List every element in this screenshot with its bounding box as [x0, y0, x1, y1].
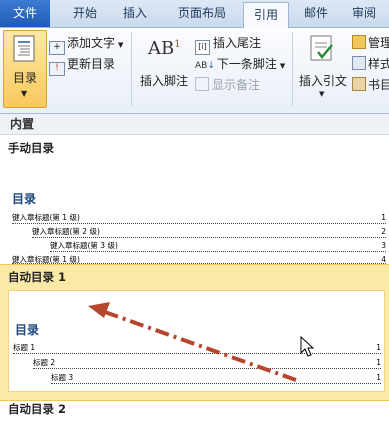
group-separator	[292, 32, 293, 106]
ribbon: 目录 ▼ + 添加文字 ▼ ! 更新目录 AB1 插入脚注 [i] 插入尾注 AB↓ 下一…	[0, 28, 389, 114]
toc-entry: 键入章标题(第 2 级) 2	[32, 227, 386, 238]
toc-entry: 标题 3 1	[51, 373, 381, 384]
insert-footnote-label: 插入脚注	[139, 74, 188, 88]
toc-entry: 键入章标题(第 3 级) 3	[50, 241, 386, 252]
manual-toc-heading: 目录	[12, 192, 37, 206]
style-label: 样式	[368, 57, 389, 71]
show-notes-label: 显示备注	[212, 78, 261, 92]
next-footnote-button[interactable]: AB↓ 下一条脚注 ▼	[195, 55, 285, 72]
group-separator	[131, 32, 132, 106]
toc-entry-page: 4	[380, 255, 386, 264]
manage-label: 管理	[368, 36, 389, 50]
add-text-icon: +	[49, 41, 65, 55]
tab-mailings[interactable]: 邮件	[294, 0, 338, 27]
toc-entry: 键入章标题(第 1 级) 1	[12, 213, 386, 224]
manual-toc-item[interactable]: 手动目录 目录 键入章标题(第 1 级) 1 键入章标题(第 2 级) 2 键入章标…	[0, 135, 389, 264]
toc-entry-text: 键入章标题(第 1 级)	[12, 213, 80, 222]
footnote-icon: AB1	[148, 38, 181, 59]
mouse-cursor-icon	[300, 336, 315, 357]
show-notes-button[interactable]: 显示备注	[195, 76, 260, 93]
manage-sources-button[interactable]: 管理	[352, 34, 389, 51]
auto-toc-1-title: 自动目录 1	[8, 270, 67, 284]
ribbon-tab-bar: 文件 开始 插入 页面布局 引用 邮件 审阅	[0, 0, 389, 29]
toc-entry-text: 标题 2	[33, 358, 56, 367]
auto-toc-2-title: 自动目录 2	[8, 402, 67, 416]
gallery-section-header: 内置	[0, 114, 389, 135]
auto-toc-2-item[interactable]: 自动目录 2	[0, 400, 389, 435]
bibliography-icon	[352, 77, 366, 91]
citation-icon	[310, 35, 333, 61]
toc-entry: 标题 1 1	[13, 343, 381, 354]
manage-icon	[352, 35, 366, 49]
insert-endnote-label: 插入尾注	[213, 36, 262, 50]
toc-entry-text: 键入章标题(第 3 级)	[50, 241, 118, 250]
toc-entry: 标题 2 1	[33, 358, 381, 369]
toc-entry-page: 1	[375, 358, 381, 368]
tab-file[interactable]: 文件	[0, 0, 50, 27]
endnote-icon: [i]	[195, 40, 210, 55]
toc-button-label: 目录	[12, 71, 37, 85]
insert-footnote-button[interactable]: AB1 插入脚注	[136, 32, 192, 106]
toc-entry-text: 标题 1	[13, 343, 36, 352]
insert-citation-label: 插入引文	[298, 74, 347, 88]
toc-document-icon	[13, 35, 35, 62]
update-toc-label: 更新目录	[67, 57, 116, 71]
toc-entry-text: 标题 3	[51, 373, 74, 382]
insert-endnote-button[interactable]: [i] 插入尾注	[195, 34, 261, 55]
update-toc-button[interactable]: ! 更新目录	[49, 55, 115, 76]
insert-citation-button[interactable]: 插入引文 ▼	[296, 32, 350, 106]
show-notes-icon	[195, 77, 209, 91]
toc-entry-page: 1	[375, 343, 381, 353]
toc-entry-page: 3	[380, 241, 386, 251]
chevron-down-icon: ▼	[279, 62, 286, 70]
bibliography-label: 书目	[368, 78, 389, 92]
tab-home[interactable]: 开始	[60, 0, 110, 27]
toc-button[interactable]: 目录 ▼	[3, 30, 47, 108]
chevron-down-icon: ▼	[118, 41, 124, 49]
auto-toc-1-heading: 目录	[15, 323, 40, 337]
tab-page-layout[interactable]: 页面布局	[166, 0, 238, 27]
next-footnote-icon: AB↓	[195, 61, 215, 71]
toc-entry-page: 2	[380, 227, 386, 237]
toc-entry-page: 1	[380, 213, 386, 223]
next-footnote-label: 下一条脚注	[216, 57, 277, 71]
add-text-label: 添加文字	[67, 36, 116, 50]
manual-toc-title: 手动目录	[8, 141, 54, 155]
add-text-button[interactable]: + 添加文字 ▼	[49, 34, 123, 55]
tab-references[interactable]: 引用	[243, 2, 289, 29]
toc-entry-text: 键入章标题(第 2 级)	[32, 227, 100, 236]
style-button[interactable]: 样式	[352, 55, 389, 72]
tab-insert[interactable]: 插入	[112, 0, 158, 27]
auto-toc-1-preview[interactable]: 目录 标题 1 1 标题 2 1 标题 3 1	[8, 290, 385, 392]
bibliography-button[interactable]: 书目	[352, 76, 389, 93]
tab-review[interactable]: 审阅	[342, 0, 386, 27]
style-icon	[352, 56, 366, 70]
toc-entry-page: 1	[375, 373, 381, 383]
chevron-down-icon: ▼	[319, 90, 325, 98]
update-icon: !	[49, 62, 65, 76]
toc-entry-text: 键入章标题(第 1 级)	[12, 255, 80, 264]
chevron-down-icon: ▼	[21, 89, 28, 98]
toc-entry: 键入章标题(第 1 级) 4	[12, 255, 386, 264]
